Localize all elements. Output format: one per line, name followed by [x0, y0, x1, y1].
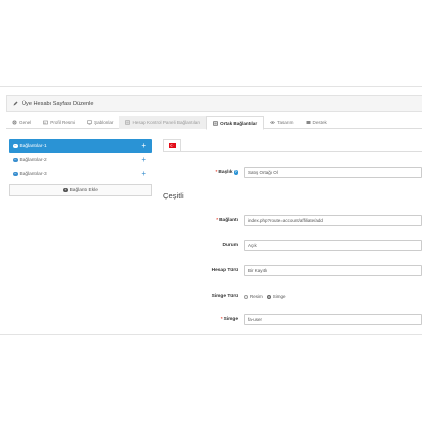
- status-select[interactable]: Açık: [244, 240, 422, 251]
- tab-destek[interactable]: Destek: [300, 116, 333, 129]
- pencil-icon: [13, 101, 18, 106]
- status-label: Durum: [222, 243, 238, 248]
- row-account-type: Hesap Türü Bir Kayıtlı: [163, 264, 422, 277]
- icon-input[interactable]: fa-user: [244, 314, 422, 325]
- plus-circle-icon: +: [63, 187, 68, 193]
- add-link-button[interactable]: + Bağlantı Ekle: [9, 184, 152, 196]
- sidebar-item-label: Bağlantılar-1: [19, 143, 47, 149]
- icon-type-label: Simge Türü: [211, 294, 238, 299]
- title-input[interactable]: Satış Ortağı Ol: [244, 167, 422, 178]
- radio-circle-selected[interactable]: [266, 294, 271, 299]
- radio-circle[interactable]: [244, 294, 248, 299]
- tab-bar: Genel Profil Resmi Şablonlar Hesap Kontr…: [6, 116, 422, 130]
- links-sidebar: − Bağlantılar-1 + − Bağlantılar-2 + − Ba…: [9, 139, 152, 196]
- list-icon: [125, 120, 131, 125]
- plus-icon[interactable]: +: [141, 156, 146, 164]
- tab-hesap-kontrol-paneli[interactable]: Hesap Kontrol Paneli Bağlantıları: [119, 116, 207, 129]
- row-title: *Başlık? Satış Ortağı Ol: [163, 166, 422, 179]
- tab-tasarim[interactable]: Tasarım: [264, 116, 299, 129]
- section-title: Çeşitli: [163, 191, 184, 200]
- cog-icon: [12, 120, 17, 125]
- sidebar-item-label: Bağlantılar-3: [19, 171, 47, 177]
- plus-icon[interactable]: +: [141, 170, 146, 178]
- account-type-select[interactable]: Bir Kayıtlı: [244, 265, 422, 276]
- page-frame: Üye Hesabı Sayfası Düzenle Genel Profil …: [0, 86, 422, 335]
- image-icon: [43, 120, 49, 125]
- tab-genel[interactable]: Genel: [6, 116, 37, 129]
- info-icon: ?: [233, 170, 238, 175]
- list-icon: [213, 120, 218, 126]
- row-icon-type: Simge Türü Resim Simge: [163, 290, 422, 303]
- remove-circle-icon[interactable]: −: [13, 172, 18, 177]
- tab-sablonlar[interactable]: Şablonlar: [81, 116, 119, 129]
- row-icon: *Simge fa-user: [163, 313, 422, 326]
- turkey-flag-icon: [168, 143, 176, 148]
- icon-type-radio-simge[interactable]: Simge: [266, 294, 286, 299]
- link-label: Bağlantı: [219, 218, 238, 223]
- account-type-label: Hesap Türü: [211, 268, 238, 273]
- panel-title: Üye Hesabı Sayfası Düzenle: [22, 100, 94, 107]
- icon-type-radio-group: Resim Simge: [244, 294, 286, 299]
- title-label: Başlık: [218, 170, 233, 175]
- eye-icon: [270, 121, 276, 124]
- sidebar-item-baglantilar-3[interactable]: − Bağlantılar-3 +: [9, 167, 152, 181]
- sidebar-item-label: Bağlantılar-2: [19, 157, 47, 163]
- row-link: *Bağlantı index.php?route=account/affili…: [163, 214, 422, 227]
- link-input[interactable]: index.php?route=account/affiliate/add: [244, 215, 422, 226]
- tab-profil-resmi[interactable]: Profil Resmi: [37, 116, 81, 129]
- plus-icon[interactable]: +: [141, 142, 146, 150]
- panel-heading: Üye Hesabı Sayfası Düzenle: [6, 95, 422, 112]
- tab-ortak-baglantilar[interactable]: Ortak Bağlantılar: [206, 116, 265, 130]
- row-status: Durum Açık: [163, 239, 422, 252]
- remove-circle-icon[interactable]: −: [13, 158, 18, 163]
- language-tab-divider: [163, 151, 422, 152]
- monitor-icon: [87, 120, 92, 125]
- icon-label: Simge: [223, 317, 238, 322]
- remove-circle-icon[interactable]: −: [13, 144, 18, 149]
- sidebar-item-baglantilar-2[interactable]: − Bağlantılar-2 +: [9, 153, 152, 167]
- sidebar-item-baglantilar-1[interactable]: − Bağlantılar-1 +: [9, 139, 152, 153]
- icon-type-radio-resim[interactable]: Resim: [244, 294, 263, 299]
- card-icon: [306, 121, 310, 124]
